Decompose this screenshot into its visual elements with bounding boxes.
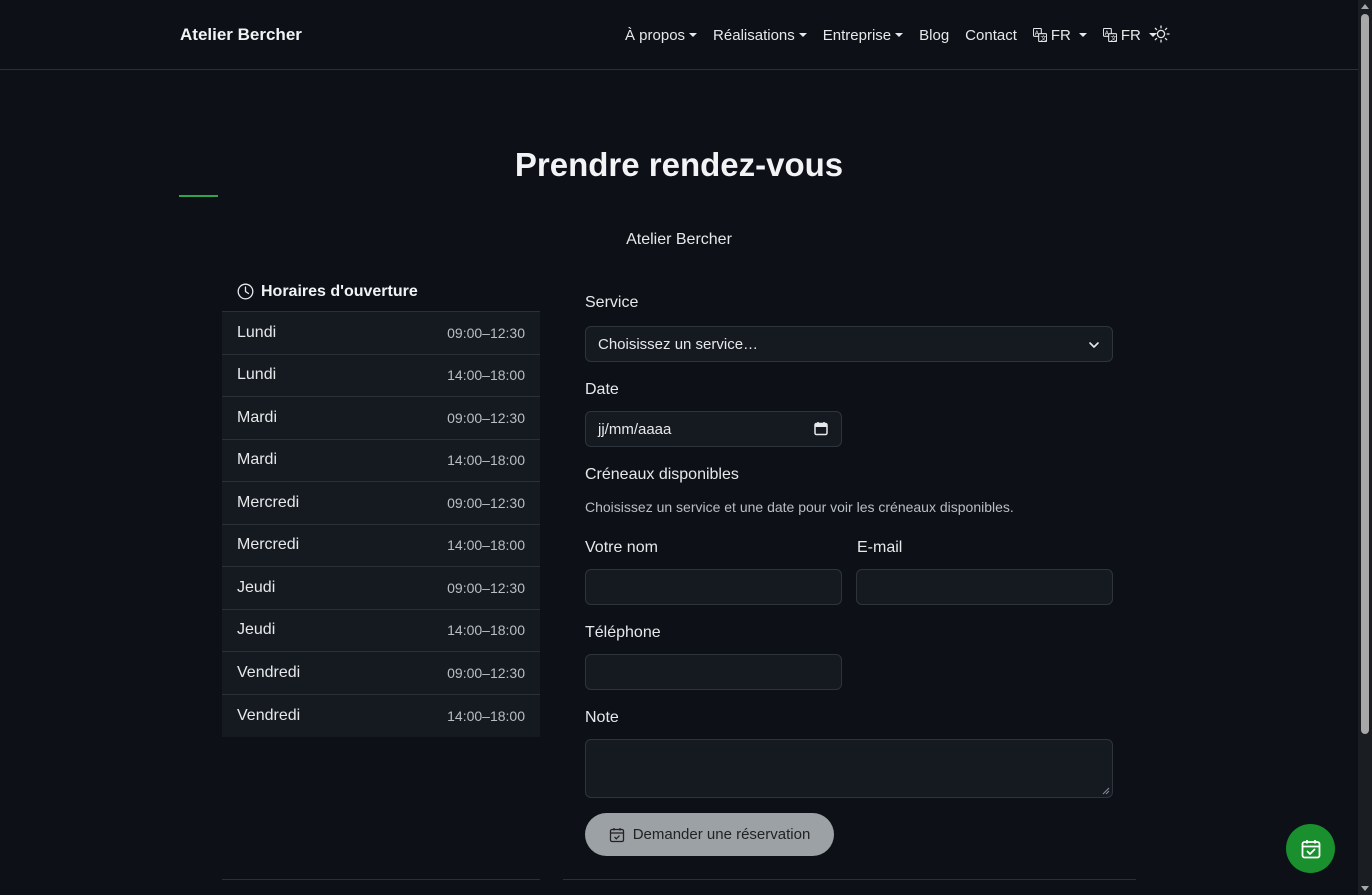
- page-title: Prendre rendez-vous: [514, 146, 844, 183]
- hours-time: 14:00–18:00: [447, 367, 525, 384]
- clock-icon: [237, 283, 254, 300]
- title-accent-line: [179, 195, 218, 197]
- opening-hours-title: Horaires d'ouverture: [261, 282, 418, 300]
- nav-item-contact[interactable]: Contact: [965, 27, 1017, 44]
- hours-time: 14:00–18:00: [447, 707, 525, 724]
- translate-icon: A 文: [1032, 28, 1047, 42]
- hours-day: Vendredi: [237, 706, 301, 724]
- scroll-down-arrow-icon[interactable]: [1361, 886, 1369, 891]
- name-input[interactable]: [585, 569, 842, 605]
- service-select[interactable]: Choisissez un service…: [585, 326, 1113, 362]
- service-label: Service: [585, 294, 639, 311]
- scrollbar-thumb[interactable]: [1361, 14, 1369, 734]
- sun-icon[interactable]: [1151, 24, 1171, 44]
- email-input[interactable]: [856, 569, 1113, 605]
- hours-time: 09:00–12:30: [447, 324, 525, 341]
- nav-item-blog[interactable]: Blog: [919, 27, 949, 44]
- opening-hours-row: Vendredi 14:00–18:00: [222, 694, 540, 737]
- date-input[interactable]: jj/mm/aaaa: [585, 411, 842, 447]
- request-booking-label: Demander une réservation: [632, 826, 811, 843]
- svg-text:文: 文: [1110, 34, 1116, 42]
- email-label: E-mail: [857, 539, 903, 556]
- language-label: FR: [1120, 26, 1141, 44]
- hours-day: Mardi: [237, 408, 278, 426]
- slots-label: Créneaux disponibles: [585, 466, 739, 483]
- name-label: Votre nom: [585, 539, 658, 556]
- caret-down-icon: [798, 33, 807, 37]
- nav-item-label: Entreprise: [822, 26, 892, 44]
- svg-text:文: 文: [1040, 34, 1046, 42]
- translate-icon: A 文: [1102, 28, 1117, 42]
- nav-item-label: Blog: [919, 26, 950, 44]
- request-booking-button[interactable]: Demander une réservation: [585, 813, 834, 856]
- hours-day: Lundi: [237, 366, 277, 384]
- divider: [563, 879, 1136, 880]
- hours-time: 14:00–18:00: [447, 622, 525, 639]
- nav-item-realisations[interactable]: Réalisations: [713, 27, 807, 44]
- hours-day: Mardi: [237, 451, 278, 469]
- nav-item-label: Réalisations: [713, 26, 795, 44]
- page-scrollbar[interactable]: [1358, 0, 1372, 895]
- opening-hours-row: Mercredi 14:00–18:00: [222, 524, 540, 567]
- hours-time: 09:00–12:30: [447, 409, 525, 426]
- caret-down-icon: [1078, 33, 1087, 37]
- opening-hours-list: Lundi 09:00–12:30 Lundi 14:00–18:00 Mardi 09:…: [222, 312, 540, 737]
- language-switcher-1[interactable]: A 文 FR: [1032, 26, 1087, 44]
- divider: [222, 879, 540, 880]
- hours-day: Vendredi: [237, 663, 301, 681]
- resize-grip-icon[interactable]: [1102, 787, 1110, 795]
- date-label: Date: [585, 381, 619, 398]
- date-placeholder: jj/mm/aaaa: [598, 421, 672, 438]
- phone-input[interactable]: [585, 654, 842, 690]
- opening-hours-row: Lundi 14:00–18:00: [222, 354, 540, 397]
- language-switcher-2[interactable]: A 文 FR: [1102, 26, 1157, 44]
- calendar-check-icon: [1301, 839, 1320, 858]
- opening-hours-row: Vendredi 09:00–12:30: [222, 652, 540, 695]
- hours-day: Lundi: [237, 323, 277, 341]
- nav-menu: À propos Réalisations Entreprise Blog Co…: [625, 25, 1173, 45]
- navbar: Atelier Bercher À propos Réalisations En…: [0, 0, 1358, 70]
- language-label: FR: [1050, 26, 1071, 44]
- calendar-icon[interactable]: [814, 421, 828, 436]
- booking-fab-button[interactable]: [1286, 824, 1335, 873]
- calendar-check-icon: [609, 827, 624, 842]
- opening-hours-card: Horaires d'ouverture Lundi 09:00–12:30 Lun…: [222, 272, 540, 737]
- nav-item-entreprise[interactable]: Entreprise: [822, 26, 904, 44]
- hours-time: 09:00–12:30: [447, 494, 525, 511]
- scroll-up-arrow-icon[interactable]: [1361, 4, 1369, 9]
- page-subtitle: Atelier Bercher: [626, 231, 732, 248]
- hours-day: Jeudi: [237, 621, 276, 639]
- opening-hours-row: Mardi 14:00–18:00: [222, 439, 540, 482]
- nav-item-label: À propos: [625, 26, 686, 44]
- slots-hint: Choisissez un service et une date pour v…: [585, 499, 1014, 515]
- opening-hours-row: Jeudi 09:00–12:30: [222, 567, 540, 610]
- hours-day: Jeudi: [237, 578, 276, 596]
- note-label: Note: [585, 709, 619, 726]
- note-textarea[interactable]: [585, 739, 1113, 798]
- hours-day: Mercredi: [237, 493, 300, 511]
- opening-hours-row: Lundi 09:00–12:30: [222, 312, 540, 355]
- caret-down-icon: [895, 33, 904, 37]
- brand-logo[interactable]: Atelier Bercher: [180, 25, 302, 45]
- opening-hours-row: Mardi 09:00–12:30: [222, 397, 540, 440]
- chevron-down-icon: [1089, 342, 1099, 348]
- opening-hours-row: Mercredi 09:00–12:30: [222, 482, 540, 525]
- caret-down-icon: [689, 33, 698, 37]
- opening-hours-header: Horaires d'ouverture: [222, 272, 540, 312]
- nav-item-label: Contact: [965, 26, 1017, 44]
- nav-item-a-propos[interactable]: À propos: [625, 26, 698, 44]
- hours-day: Mercredi: [237, 536, 300, 554]
- phone-label: Téléphone: [585, 624, 661, 641]
- opening-hours-row: Jeudi 14:00–18:00: [222, 609, 540, 652]
- service-select-value: Choisissez un service…: [598, 336, 759, 353]
- hours-time: 14:00–18:00: [447, 537, 525, 554]
- hours-time: 09:00–12:30: [447, 664, 525, 681]
- hours-time: 09:00–12:30: [447, 579, 525, 596]
- hours-time: 14:00–18:00: [447, 452, 525, 469]
- note-field-wrap: [585, 739, 1113, 798]
